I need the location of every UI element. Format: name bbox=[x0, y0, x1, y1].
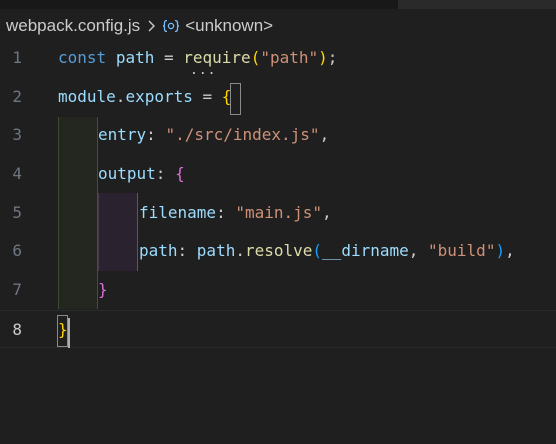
line-number: 7 bbox=[12, 280, 22, 299]
line-number: 1 bbox=[12, 48, 22, 67]
code-line-5[interactable]: 5 filename: "main.js", bbox=[0, 194, 556, 232]
code-text: filename: "main.js", bbox=[139, 203, 332, 222]
code-line-1[interactable]: 1 const path = require("path"); bbox=[0, 39, 556, 77]
code-line-2[interactable]: 2 module.exports = { bbox=[0, 78, 556, 116]
hover-hint-dots[interactable]: ... bbox=[190, 64, 216, 77]
code-text: module.exports = { bbox=[58, 87, 232, 106]
line-number: 4 bbox=[12, 164, 22, 183]
code-line-6[interactable]: 6 path: path.resolve(__dirname, "build")… bbox=[0, 232, 556, 270]
line-number: 8 bbox=[12, 320, 22, 339]
line-number: 2 bbox=[12, 87, 22, 106]
code-line-7[interactable]: 7 } bbox=[0, 271, 556, 309]
tab-bar-edge-right bbox=[398, 0, 556, 9]
code-editor[interactable]: webpack.config.js <unknown> 1 const path… bbox=[0, 0, 556, 444]
code-text: output: { bbox=[98, 164, 185, 183]
line-number: 3 bbox=[12, 125, 22, 144]
code-text: entry: "./src/index.js", bbox=[98, 125, 330, 144]
bracket-match-highlight-closing bbox=[57, 315, 68, 347]
line-number: 5 bbox=[12, 203, 22, 222]
symbol-object-icon bbox=[162, 18, 180, 34]
line-number: 6 bbox=[12, 241, 22, 260]
bracket-match-highlight bbox=[230, 83, 241, 115]
breadcrumb-symbol[interactable]: <unknown> bbox=[185, 16, 273, 36]
code-line-3[interactable]: 3 entry: "./src/index.js", bbox=[0, 116, 556, 154]
code-line-8-current[interactable]: 8 } bbox=[0, 310, 556, 348]
breadcrumb-file[interactable]: webpack.config.js bbox=[6, 16, 140, 36]
text-cursor bbox=[68, 318, 70, 348]
breadcrumb: webpack.config.js <unknown> bbox=[6, 14, 273, 38]
code-line-4[interactable]: 4 output: { bbox=[0, 155, 556, 193]
code-text: } bbox=[98, 280, 108, 299]
chevron-right-icon bbox=[147, 19, 156, 33]
code-text: path: path.resolve(__dirname, "build"), bbox=[139, 241, 515, 260]
